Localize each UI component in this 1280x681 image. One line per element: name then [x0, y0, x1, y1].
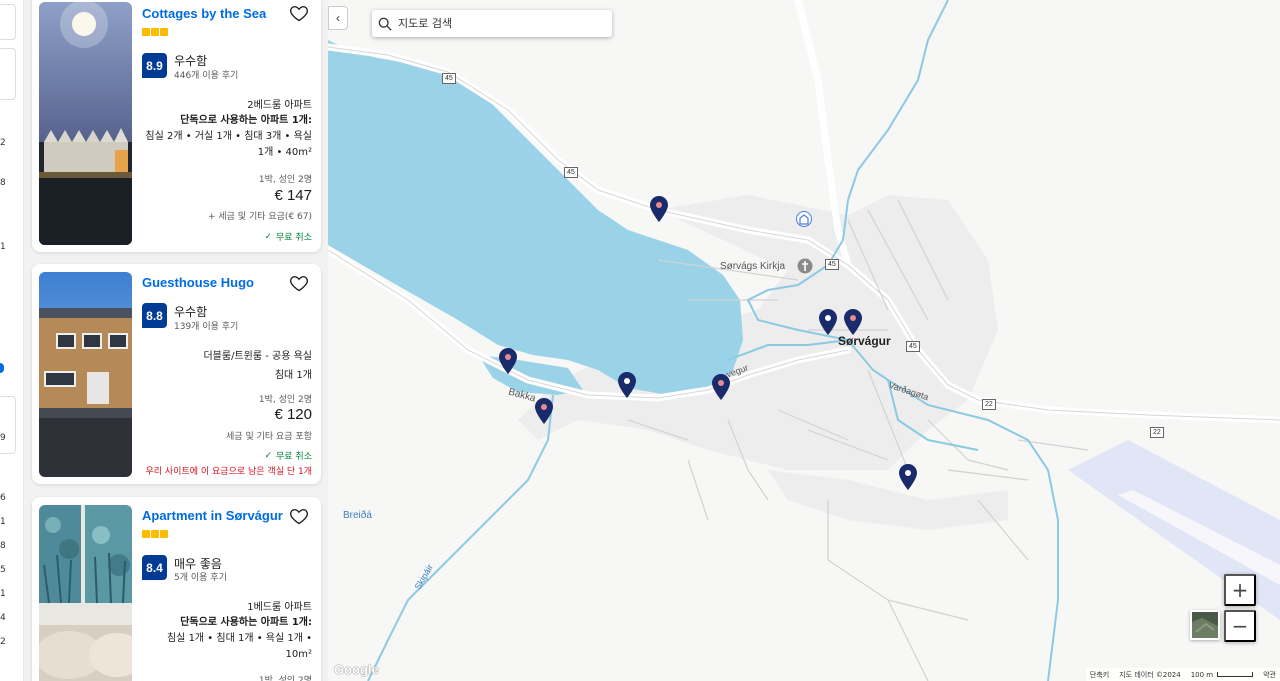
- score-word: 우수함: [174, 305, 208, 319]
- unit-type: 1베드룸 아파트: [247, 602, 312, 613]
- review-score: 8.8: [142, 303, 167, 328]
- filter-count: 4: [0, 613, 6, 623]
- property-pin[interactable]: [497, 347, 519, 375]
- property-name[interactable]: Apartment in Sørvágur: [142, 508, 283, 523]
- scale-label: 100 m: [1190, 670, 1214, 679]
- filter-box[interactable]: [0, 48, 16, 100]
- map-search-box[interactable]: [372, 10, 612, 37]
- heart-icon[interactable]: [289, 273, 309, 293]
- unit-desc-detail: 침실 2개 • 거실 1개 • 침대 3개 • 욕실 1개 • 40m²: [145, 131, 312, 158]
- unit-desc-bold: 단독으로 사용하는 아파트 1개:: [180, 115, 312, 126]
- filter-count: 2: [0, 138, 6, 148]
- filter-count: 1: [0, 242, 6, 252]
- property-pin[interactable]: [817, 308, 839, 336]
- road-shield: 45: [442, 73, 456, 84]
- scale-indicator[interactable]: 100 m: [1190, 670, 1254, 679]
- review-count: 139개 이용 후기: [174, 322, 239, 332]
- free-cancel-label: 무료 취소: [276, 233, 312, 243]
- unit-description: 단독으로 사용하는 아파트 1개: 침실 1개 • 침대 1개 • 욕실 1개 …: [142, 615, 312, 663]
- property-name[interactable]: Guesthouse Hugo: [142, 275, 254, 290]
- terms-link[interactable]: 약관: [1263, 670, 1276, 680]
- filter-sidebar: 2 8 1 9 6 1 8 5 1 4 2: [0, 0, 24, 681]
- filter-count: 1: [0, 589, 6, 599]
- road-shield: 22: [1150, 427, 1164, 438]
- road-shield: 45: [906, 341, 920, 352]
- price: € 147: [274, 187, 312, 204]
- zoom-in-button[interactable]: +: [1224, 574, 1256, 606]
- tax-info: + 세금 및 기타 요금(€ 67): [207, 212, 312, 222]
- church-icon[interactable]: [797, 258, 813, 274]
- filter-box[interactable]: [0, 4, 16, 40]
- toggle-indicator[interactable]: [0, 363, 4, 373]
- filter-count: 9: [0, 433, 6, 443]
- review-score: 8.4: [142, 555, 167, 580]
- map-search-input[interactable]: [398, 17, 598, 30]
- church-label: Sørvágs Kirkja: [720, 261, 786, 272]
- property-pin[interactable]: [616, 371, 638, 399]
- property-pin[interactable]: [842, 308, 864, 336]
- filter-count: 5: [0, 565, 6, 575]
- property-photo[interactable]: [39, 2, 132, 245]
- map-canvas[interactable]: [328, 0, 1280, 681]
- building-icon[interactable]: [796, 210, 812, 228]
- review-score: 8.9: [142, 53, 167, 78]
- price: € 120: [274, 406, 312, 423]
- free-cancel-label: 무료 취소: [276, 452, 312, 462]
- star-rating: [142, 530, 168, 538]
- review-count: 5개 이용 후기: [174, 573, 227, 583]
- app-window: 2 8 1 9 6 1 8 5 1 4 2 Cottages by the Se…: [0, 0, 1280, 681]
- filter-count: 8: [0, 178, 6, 188]
- free-cancel: ✓ 무료 취소: [264, 449, 312, 463]
- filter-count: 1: [0, 517, 6, 527]
- score-word: 우수함: [174, 54, 208, 68]
- google-logo[interactable]: Google: [334, 662, 379, 677]
- check-icon: ✓: [264, 231, 273, 242]
- zoom-out-button[interactable]: −: [1224, 610, 1256, 642]
- town-label: Sørvágur: [838, 334, 891, 348]
- property-pin[interactable]: [710, 373, 732, 401]
- review-count: 446개 이용 후기: [174, 71, 239, 81]
- collapse-list-button[interactable]: ‹: [328, 6, 348, 30]
- road-shield: 22: [982, 399, 996, 410]
- road-shield: 45: [825, 259, 839, 270]
- check-icon: ✓: [264, 450, 273, 461]
- unit-description: 단독으로 사용하는 아파트 1개: 침실 2개 • 거실 1개 • 침대 3개 …: [142, 113, 312, 161]
- road-shield: 45: [564, 167, 578, 178]
- property-card[interactable]: Cottages by the Sea 8.9 우수함 446개 이용 후기 2…: [32, 0, 321, 252]
- results-list: Cottages by the Sea 8.9 우수함 446개 이용 후기 2…: [24, 0, 328, 681]
- property-pin[interactable]: [897, 463, 919, 491]
- stay-info: 1박, 성인 2명: [258, 395, 312, 405]
- map-data-attribution: 지도 데이터 ©2024: [1119, 670, 1181, 679]
- satellite-layer-toggle[interactable]: [1190, 610, 1220, 640]
- heart-icon[interactable]: [289, 506, 309, 526]
- unit-type: 더블룸/트윈룸 - 공용 욕실: [203, 351, 312, 362]
- free-cancel: ✓ 무료 취소: [264, 230, 312, 244]
- keyboard-shortcuts-link[interactable]: 단축키: [1090, 670, 1109, 680]
- stay-info: 1박, 성인 2명: [258, 676, 312, 681]
- property-pin[interactable]: [648, 195, 670, 223]
- heart-icon[interactable]: [289, 3, 309, 23]
- property-name[interactable]: Cottages by the Sea: [142, 6, 266, 21]
- filter-count: 8: [0, 541, 6, 551]
- filter-count: 6: [0, 493, 6, 503]
- filter-box[interactable]: [0, 396, 16, 454]
- stream-label: Breiðá: [343, 510, 372, 521]
- search-icon: [378, 17, 392, 31]
- star-rating: [142, 28, 168, 36]
- unit-desc-detail: 침실 1개 • 침대 1개 • 욕실 1개 • 10m²: [166, 633, 312, 660]
- property-pin[interactable]: [533, 397, 555, 425]
- property-photo[interactable]: [39, 505, 132, 681]
- filter-count: 2: [0, 637, 6, 647]
- map-view[interactable]: ‹ 45 45 45 45 22 22 Sørvágs Kirkja Sørvá…: [328, 0, 1280, 681]
- property-card[interactable]: Apartment in Sørvágur 8.4 매우 좋음 5개 이용 후기…: [32, 497, 321, 681]
- unit-description: 침대 1개: [274, 370, 312, 381]
- property-photo[interactable]: [39, 272, 132, 477]
- scarcity-message: 우리 사이트에 이 요금으로 남은 객실 단 1개: [145, 467, 312, 477]
- unit-desc-bold: 단독으로 사용하는 아파트 1개:: [180, 617, 312, 628]
- unit-type: 2베드룸 아파트: [247, 100, 312, 111]
- tax-info: 세금 및 기타 요금 포함: [226, 432, 312, 442]
- property-card[interactable]: Guesthouse Hugo 8.8 우수함 139개 이용 후기 더블룸/트…: [32, 264, 321, 484]
- stay-info: 1박, 성인 2명: [258, 175, 312, 185]
- map-footer: 단축키 지도 데이터 ©2024 100 m 약관: [1085, 668, 1280, 681]
